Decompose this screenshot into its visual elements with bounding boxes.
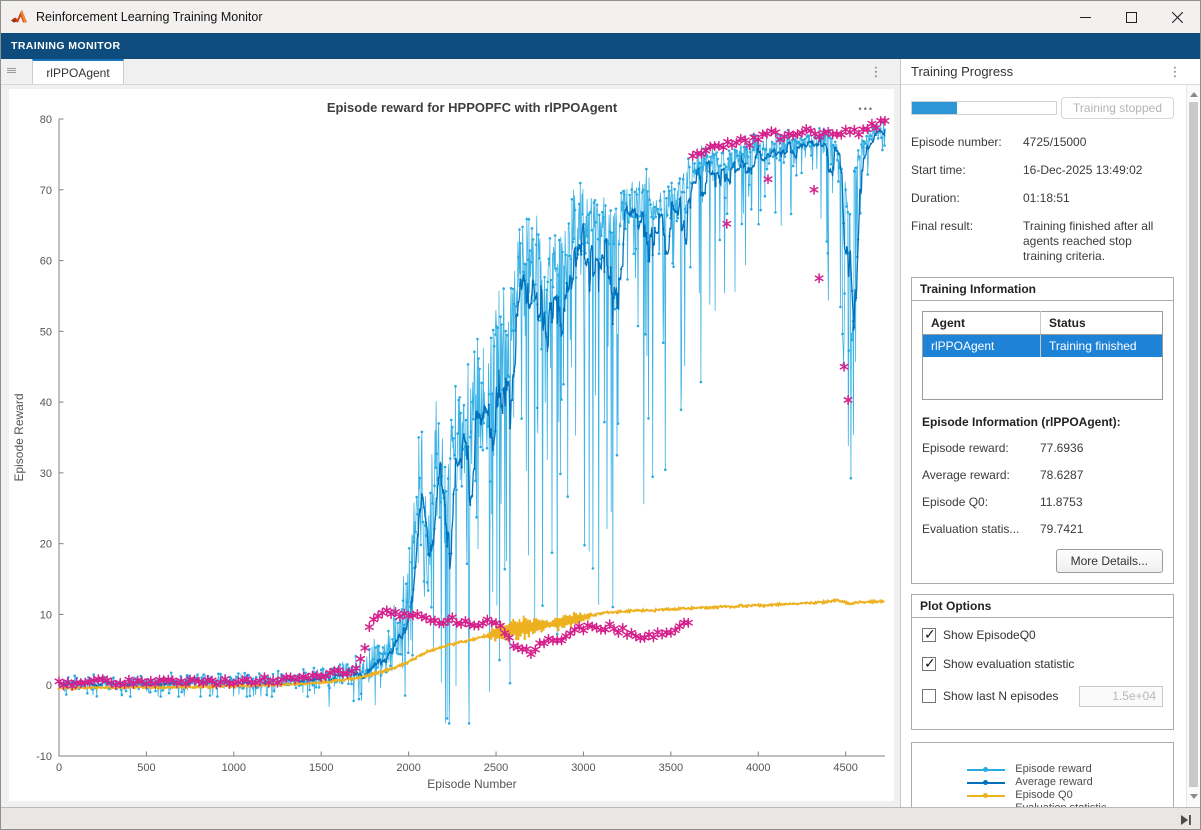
field-average-reward: Average reward: 78.6287	[922, 468, 1163, 482]
toolstrip-tab-training-monitor[interactable]: TRAINING MONITOR	[1, 40, 130, 52]
axes-toolbar-more-icon[interactable]	[855, 97, 878, 119]
table-empty-area	[923, 357, 1163, 399]
field-episode-number: Episode number: 4725/15000	[911, 135, 1174, 150]
field-episode-q0: Episode Q0: 11.8753	[922, 495, 1163, 509]
app-window: Reinforcement Learning Training Monitor …	[0, 0, 1201, 830]
figure-panel: rlPPOAgent 05001000150020002500300035004…	[1, 59, 901, 807]
close-button[interactable]	[1154, 1, 1200, 33]
reward-figure: 0 500 1000 1500 2000 2500 3000 3500 4000 4500 -10 0…	[9, 89, 894, 801]
legend-box: Episode reward Average reward Episode Q0…	[911, 742, 1174, 808]
episode-reward-line-marker	[967, 769, 1005, 771]
svg-text:3500: 3500	[659, 762, 683, 774]
minimize-icon	[1080, 12, 1091, 23]
scroll-up-icon[interactable]	[1187, 87, 1201, 101]
svg-text:1000: 1000	[222, 762, 246, 774]
svg-text:Episode reward for HPPOPFC wit: Episode reward for HPPOPFC with rlPPOAge…	[327, 100, 618, 115]
right-panel-title: Training Progress	[911, 64, 1013, 79]
scroll-down-icon[interactable]	[1187, 789, 1201, 803]
field-episode-reward: Episode reward: 77.6936	[922, 441, 1163, 455]
scrollbar-thumb[interactable]	[1189, 102, 1198, 787]
toolstrip: TRAINING MONITOR	[1, 33, 1200, 59]
right-panel-menu-icon[interactable]	[1168, 62, 1182, 82]
svg-text:0: 0	[46, 680, 52, 692]
field-start-time: Start time: 16-Dec-2025 13:49:02	[911, 163, 1174, 178]
document-tabstrip: rlPPOAgent	[1, 59, 900, 85]
legend-entry-average-reward: Average reward	[957, 776, 1128, 789]
window-title: Reinforcement Learning Training Monitor	[36, 10, 263, 24]
plot-options-title: Plot Options	[912, 595, 1173, 618]
maximize-icon	[1126, 12, 1137, 23]
svg-text:Episode Reward: Episode Reward	[12, 393, 26, 481]
svg-text:4500: 4500	[833, 762, 857, 774]
skip-to-end-icon[interactable]	[1180, 814, 1192, 826]
episode-q0-line-marker	[967, 795, 1005, 797]
tabstrip-menu-icon[interactable]	[868, 62, 884, 82]
average-reward-line-marker	[967, 782, 1005, 784]
svg-text:40: 40	[40, 397, 52, 409]
maximize-button[interactable]	[1108, 1, 1154, 33]
svg-text:60: 60	[40, 256, 52, 268]
column-status: Status	[1041, 312, 1163, 335]
option-show-last-n-episodes: Show last N episodes	[922, 686, 1163, 707]
svg-text:70: 70	[40, 185, 52, 197]
matlab-logo-icon	[10, 8, 28, 26]
training-information-box: Training Information Agent Status rlPPOA…	[911, 277, 1174, 584]
agent-status-table: Agent Status rlPPOAgent Training finishe…	[922, 311, 1163, 400]
svg-text:50: 50	[40, 326, 52, 338]
n-episodes-input[interactable]	[1079, 686, 1163, 707]
right-panel-scrollbar[interactable]	[1186, 85, 1200, 807]
training-stopped-button[interactable]: Training stopped	[1061, 97, 1174, 119]
option-show-evaluation-statistic: Show evaluation statistic	[922, 657, 1163, 671]
tab-drag-handle-icon[interactable]	[1, 58, 21, 84]
svg-text:10: 10	[40, 609, 52, 621]
training-progress-fill	[912, 102, 957, 114]
show-evaluation-statistic-checkbox[interactable]	[922, 657, 936, 671]
field-evaluation-statistic: Evaluation statis... 79.7421	[922, 522, 1163, 536]
reward-chart: 0 500 1000 1500 2000 2500 3000 3500 4000 4500 -10 0…	[9, 89, 894, 801]
plot-options-box: Plot Options Show EpisodeQ0 Show evaluat…	[911, 594, 1174, 730]
field-final-result: Final result: Training finished after al…	[911, 219, 1174, 264]
svg-text:-10: -10	[36, 751, 52, 763]
svg-text:4000: 4000	[746, 762, 770, 774]
svg-text:3000: 3000	[571, 762, 595, 774]
legend-entry-episode-reward: Episode reward	[957, 763, 1128, 776]
right-panel-header: Training Progress	[901, 59, 1200, 85]
table-row-rlppoagent[interactable]: rlPPOAgent Training finished	[923, 335, 1163, 358]
svg-text:2000: 2000	[396, 762, 420, 774]
legend-entry-evaluation-statistic: ∗ Evaluation statistic (MeanEpisodeRewar…	[957, 802, 1128, 807]
column-agent: Agent	[923, 312, 1041, 335]
tab-label: rlPPOAgent	[46, 66, 109, 80]
legend-entry-episode-q0: Episode Q0	[957, 789, 1128, 802]
svg-text:30: 30	[40, 468, 52, 480]
training-information-title: Training Information	[912, 278, 1173, 301]
episode-information-title: Episode Information (rlPPOAgent):	[922, 415, 1163, 429]
option-show-episodeq0: Show EpisodeQ0	[922, 628, 1163, 642]
svg-text:1500: 1500	[309, 762, 333, 774]
status-bar	[1, 807, 1200, 830]
svg-text:20: 20	[40, 539, 52, 551]
svg-text:80: 80	[40, 114, 52, 126]
svg-text:0: 0	[56, 762, 62, 774]
figure-area: 0 500 1000 1500 2000 2500 3000 3500 4000 4500 -10 0…	[1, 85, 900, 807]
svg-text:Episode Number: Episode Number	[427, 777, 516, 791]
tab-rlppoagent[interactable]: rlPPOAgent	[32, 59, 124, 84]
training-progress-bar	[911, 101, 1057, 115]
field-duration: Duration: 01:18:51	[911, 191, 1174, 206]
title-bar: Reinforcement Learning Training Monitor	[1, 1, 1200, 33]
show-last-n-episodes-checkbox[interactable]	[922, 689, 936, 703]
training-progress-panel: Training Progress Training stopped Episo…	[901, 59, 1200, 807]
svg-text:500: 500	[137, 762, 155, 774]
minimize-button[interactable]	[1062, 1, 1108, 33]
show-episodeq0-checkbox[interactable]	[922, 628, 936, 642]
close-icon	[1172, 12, 1183, 23]
svg-text:2500: 2500	[484, 762, 508, 774]
more-details-button[interactable]: More Details...	[1056, 549, 1163, 573]
